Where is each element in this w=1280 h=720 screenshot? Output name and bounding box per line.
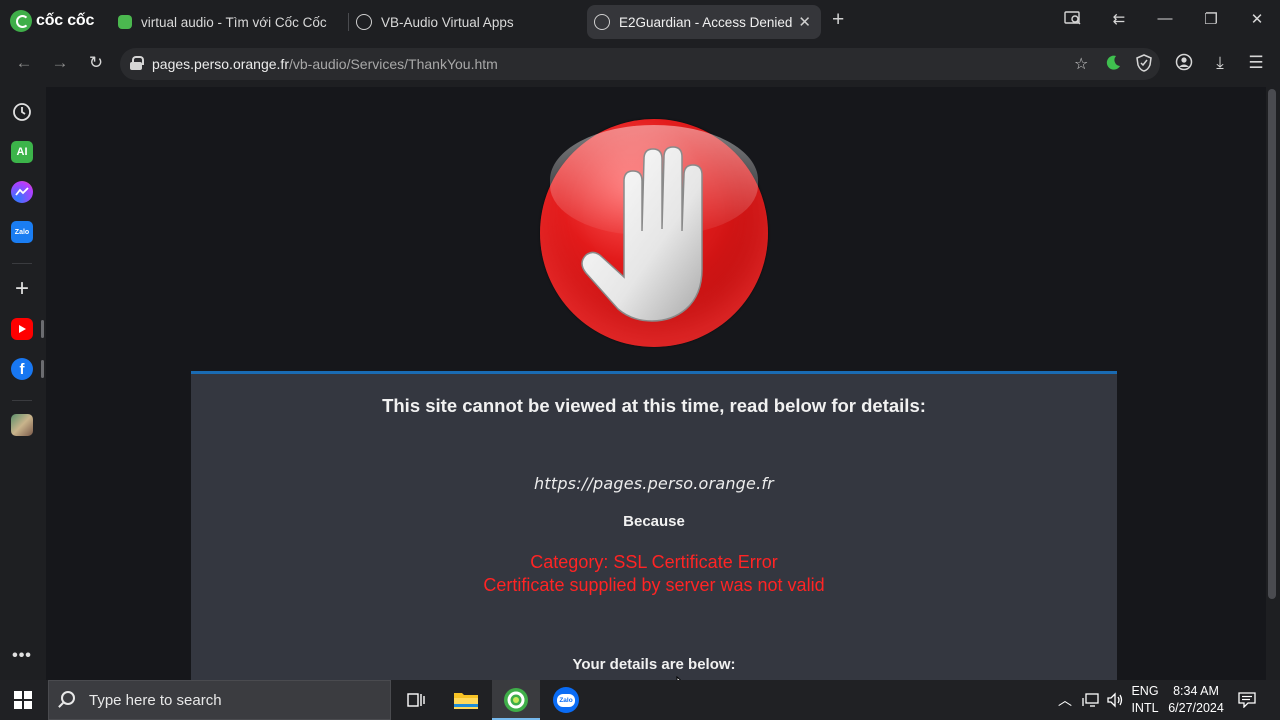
menu-icon[interactable]: ☰ (1244, 53, 1268, 73)
youtube-icon[interactable] (11, 318, 33, 340)
tab-label: VB-Audio Virtual Apps (381, 14, 514, 30)
because-label: Because (623, 513, 685, 530)
sidebar-divider (12, 400, 32, 401)
search-icon (61, 691, 75, 705)
lock-icon[interactable] (130, 56, 144, 70)
language-code: ENG (1131, 684, 1159, 698)
coccoc-taskbar-icon[interactable] (492, 680, 540, 720)
tab-label: virtual audio - Tìm với Cốc Cốc (141, 14, 327, 30)
tab-vb-audio-virtual-apps[interactable]: VB-Audio Virtual Apps (356, 5, 576, 39)
tab-search-icon[interactable] (1061, 10, 1085, 30)
page-scrollbar[interactable] (1268, 89, 1276, 599)
sidebar-active-marker (41, 360, 44, 378)
coccoc-favicon-icon (118, 15, 132, 29)
task-view-icon[interactable] (392, 680, 440, 720)
zalo-label: Zalo (557, 693, 575, 707)
browser-toolbar: ← → ↻ pages.perso.orange.fr/vb-audio/Ser… (0, 43, 1280, 85)
file-explorer-icon[interactable] (442, 680, 490, 720)
details-heading: Your details are below: (572, 656, 736, 673)
tab-virtual-audio-search[interactable]: virtual audio - Tìm với Cốc Cốc (118, 5, 346, 39)
photo-icon[interactable] (11, 414, 33, 436)
dark-mode-moon-icon[interactable] (1104, 54, 1122, 77)
back-to-last-tab-icon[interactable]: ⇇ (1107, 10, 1131, 28)
network-icon[interactable] (1082, 680, 1100, 720)
address-bar[interactable]: pages.perso.orange.fr/vb-audio/Services/… (120, 48, 1160, 80)
adblock-shield-icon[interactable] (1136, 54, 1152, 77)
windows-taskbar: Type here to search Zalo ︿ ENG INTL 8:34… (0, 680, 1280, 720)
facebook-icon[interactable]: f (11, 358, 33, 380)
close-tab-icon[interactable]: ✕ (798, 13, 811, 31)
globe-icon (594, 14, 610, 30)
more-icon[interactable]: ••• (11, 645, 33, 667)
forward-button[interactable]: → (48, 53, 72, 73)
zalo-taskbar-icon[interactable]: Zalo (542, 680, 590, 720)
reason-category: Category: SSL Certificate Error (530, 552, 778, 572)
browser-sidebar: AI Zalo + f ••• (0, 85, 44, 680)
access-denied-panel: This site cannot be viewed at this time,… (191, 371, 1117, 680)
new-tab-button[interactable]: + (832, 9, 844, 31)
restore-button[interactable]: ❐ (1199, 10, 1223, 28)
url-text[interactable]: pages.perso.orange.fr/vb-audio/Services/… (152, 56, 498, 72)
volume-icon[interactable] (1106, 680, 1124, 720)
browser-titlebar: cốc cốc virtual audio - Tìm với Cốc Cốc … (0, 0, 1280, 43)
clock[interactable]: 8:34 AM 6/27/2024 (1164, 680, 1228, 720)
tab-separator (348, 13, 349, 31)
stop-hand-icon (540, 119, 768, 347)
search-placeholder: Type here to search (89, 692, 222, 709)
clock-time: 8:34 AM (1173, 684, 1219, 698)
close-window-button[interactable]: ✕ (1245, 10, 1269, 28)
input-language[interactable]: ENG INTL (1130, 680, 1160, 720)
coccoc-logo-icon (10, 10, 32, 32)
sidebar-divider (12, 263, 32, 264)
brand-label: cốc cốc (36, 12, 95, 29)
zalo-icon[interactable]: Zalo (11, 221, 33, 243)
clock-date: 6/27/2024 (1168, 701, 1224, 715)
blocked-url: https://pages.perso.orange.fr (534, 474, 774, 493)
taskbar-search-input[interactable]: Type here to search (48, 680, 391, 720)
download-icon[interactable]: ⤓ (1208, 53, 1232, 73)
profile-icon[interactable] (1172, 53, 1196, 76)
reload-button[interactable]: ↻ (84, 53, 108, 73)
minimize-button[interactable]: — (1153, 10, 1177, 27)
reason-detail: Certificate supplied by server was not v… (483, 575, 825, 595)
chevron-up-icon[interactable]: ︿ (1058, 690, 1072, 710)
page-content: This site cannot be viewed at this time,… (46, 87, 1266, 680)
tab-label: E2Guardian - Access Denied (619, 14, 793, 30)
tab-e2guardian-access-denied[interactable]: E2Guardian - Access Denied ✕ (587, 5, 821, 39)
show-hidden-icons[interactable]: ︿ (1058, 680, 1072, 720)
keyboard-layout: INTL (1131, 701, 1159, 715)
add-icon[interactable]: + (11, 275, 33, 302)
messenger-icon[interactable] (11, 181, 33, 203)
denied-heading: This site cannot be viewed at this time,… (382, 395, 926, 416)
globe-icon (356, 14, 372, 30)
back-button[interactable]: ← (12, 53, 36, 73)
sidebar-active-marker (41, 320, 44, 338)
history-icon[interactable] (11, 101, 33, 123)
windows-start-icon[interactable] (14, 691, 32, 709)
browser-brand[interactable]: cốc cốc (10, 10, 94, 32)
ai-icon[interactable]: AI (11, 141, 33, 163)
block-reason: Category: SSL Certificate Error Certific… (191, 551, 1117, 597)
notification-center-icon[interactable] (1238, 680, 1256, 720)
bookmark-star-icon[interactable]: ☆ (1074, 54, 1088, 74)
